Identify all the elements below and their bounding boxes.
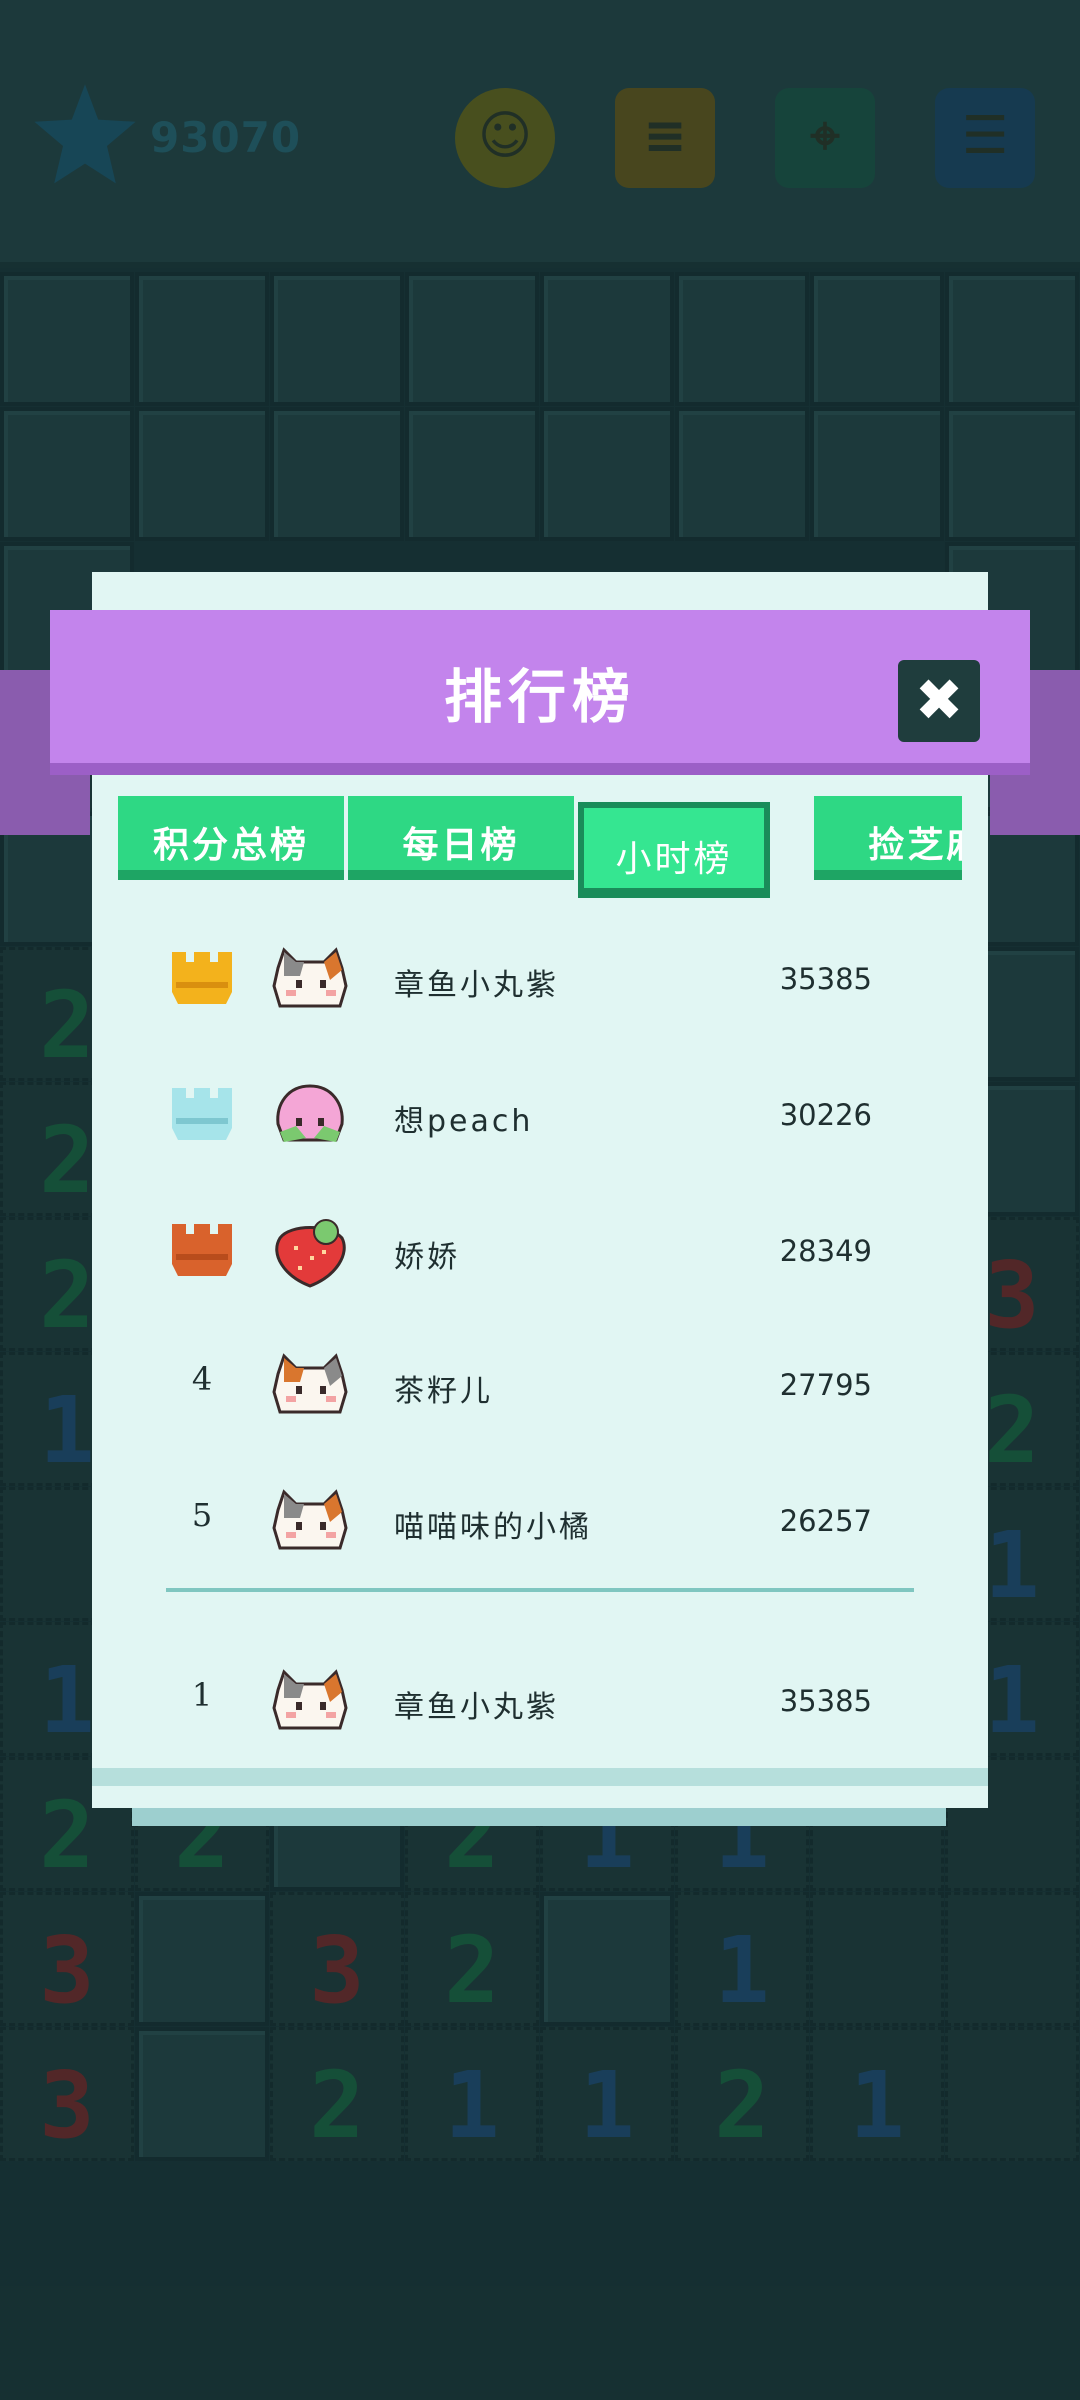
strawberry-avatar — [275, 1219, 346, 1288]
tab-label: 每日榜 — [402, 825, 520, 866]
player-score: 26257 — [779, 1504, 872, 1538]
divider — [166, 1588, 914, 1592]
tab-label: 积分总榜 — [152, 825, 309, 866]
dialog-title: 排行榜 — [443, 663, 636, 731]
calico-cat-avatar — [272, 1669, 348, 1730]
tab-label: 小时榜 — [615, 839, 733, 880]
tab-total-points[interactable]: 积分总榜 — [118, 796, 344, 880]
player-score: 28349 — [779, 1234, 872, 1268]
player-score: 35385 — [779, 1684, 872, 1718]
leaderboard-row[interactable]: 娇娇 28349 — [152, 1196, 912, 1306]
rank-number: 4 — [191, 1360, 213, 1398]
close-button[interactable]: ✖ — [898, 660, 980, 742]
calico-cat-avatar — [272, 947, 348, 1008]
rank-number: 1 — [191, 1676, 213, 1714]
gold-crown-icon — [172, 952, 232, 1004]
leaderboard-header: 排行榜 ✖ — [50, 610, 1030, 775]
silver-crown-icon — [172, 1088, 232, 1140]
player-name: 娇娇 — [394, 1240, 460, 1275]
leaderboard-row[interactable]: 5 喵喵味的小橘 26257 — [152, 1466, 912, 1576]
rank-number: 5 — [191, 1496, 213, 1534]
calico-cat-avatar — [272, 1353, 348, 1414]
player-name: 想peach — [394, 1104, 534, 1139]
player-name: 茶籽儿 — [394, 1374, 493, 1409]
player-name: 章鱼小丸紫 — [394, 968, 559, 1003]
calico-cat-avatar — [272, 1489, 348, 1550]
player-score: 30226 — [779, 1098, 872, 1132]
bronze-crown-icon — [172, 1224, 232, 1276]
leaderboard-row[interactable]: 章鱼小丸紫 35385 — [152, 924, 912, 1034]
leaderboard-tabs: 积分总榜 每日榜 小时榜 捡芝麻 — [118, 796, 962, 906]
leaderboard-row[interactable]: 4 茶籽儿 27795 — [152, 1330, 912, 1440]
tab-hourly[interactable]: 小时榜 — [578, 802, 770, 898]
tab-label: 捡芝麻 — [868, 825, 962, 866]
player-name: 章鱼小丸紫 — [394, 1690, 559, 1725]
leaderboard-row[interactable]: 想peach 30226 — [152, 1060, 912, 1170]
player-score: 35385 — [779, 962, 872, 996]
my-rank-row[interactable]: 1 章鱼小丸紫 35385 — [152, 1646, 912, 1756]
peach-avatar — [276, 1084, 344, 1142]
player-name: 喵喵味的小橘 — [394, 1510, 592, 1545]
dialog-bottom-edge — [92, 1768, 988, 1786]
close-icon: ✖ — [914, 666, 964, 734]
player-score: 27795 — [779, 1368, 872, 1402]
tab-pick-sesame[interactable]: 捡芝麻 — [814, 796, 962, 880]
tab-daily[interactable]: 每日榜 — [348, 796, 574, 880]
